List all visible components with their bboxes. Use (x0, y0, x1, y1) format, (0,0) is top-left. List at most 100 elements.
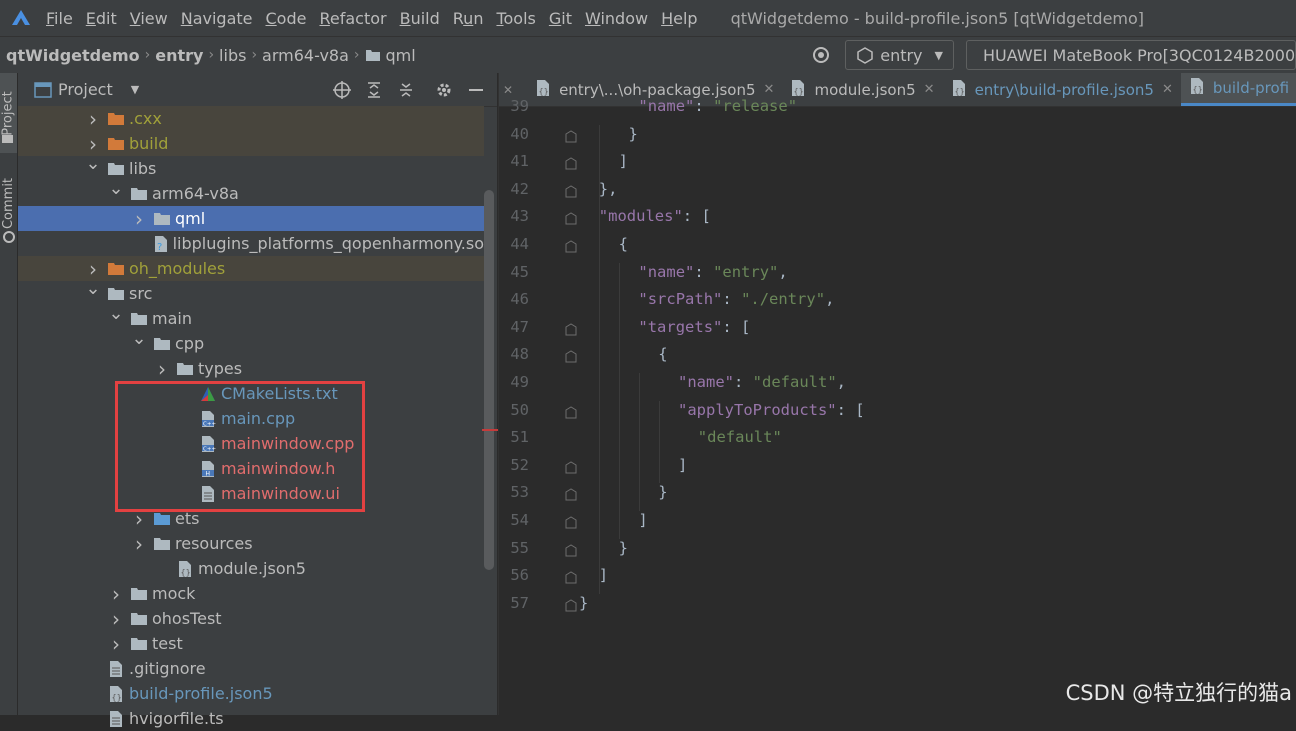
chevron-right-icon[interactable]: › (131, 207, 147, 231)
code-token: "default" (697, 428, 782, 447)
fold-marker-icon[interactable] (565, 157, 577, 170)
close-icon[interactable]: ✕ (1162, 82, 1173, 97)
app-logo-icon (12, 10, 30, 25)
menu-file[interactable]: File (46, 9, 73, 28)
code-token: : [ (722, 317, 751, 336)
fold-marker-icon[interactable] (565, 544, 577, 557)
fold-marker-icon[interactable] (565, 323, 577, 336)
tree-item[interactable]: {} module.json5 (18, 556, 484, 581)
chevron-right-icon[interactable]: › (108, 607, 124, 631)
fold-marker-icon[interactable] (565, 130, 577, 143)
tree-item[interactable]: ⌄ src (18, 278, 484, 306)
code-token: } (628, 124, 638, 143)
code-token: } (618, 538, 628, 557)
line-number: 40 (510, 124, 529, 143)
fold-marker-icon[interactable] (565, 350, 577, 363)
menu-help[interactable]: Help (661, 9, 697, 28)
window-title: qtWidgetdemo - build-profile.json5 [qtWi… (730, 8, 1145, 28)
tree-item[interactable]: › qml (18, 206, 484, 231)
menu-view[interactable]: View (130, 9, 168, 28)
tree-item[interactable]: › .cxx (18, 106, 484, 131)
menu-code[interactable]: Code (266, 9, 307, 28)
breadcrumb-item[interactable]: libs (219, 46, 246, 65)
device-select[interactable]: HUAWEI MateBook Pro[3QC0124B200000 (966, 40, 1296, 70)
tree-item[interactable]: › test (18, 631, 484, 656)
tree-item[interactable]: ⌄ libs (18, 153, 484, 181)
code-line: "srcPath": "./entry", (638, 290, 834, 308)
chevron-down-icon[interactable]: ⌄ (131, 328, 147, 349)
tree-item[interactable]: › resources (18, 531, 484, 556)
code-token: ] (598, 566, 609, 585)
menu-run[interactable]: Run (453, 9, 484, 28)
breadcrumb-item[interactable]: qml (386, 46, 416, 65)
menu-edit[interactable]: Edit (86, 9, 117, 28)
tree-item[interactable]: .gitignore (18, 656, 484, 681)
breadcrumb-separator: › (144, 47, 151, 63)
chevron-right-icon[interactable]: › (108, 632, 124, 656)
menu-git[interactable]: Git (549, 9, 572, 28)
tree-item[interactable]: {} build-profile.json5 (18, 681, 484, 706)
fold-marker-icon[interactable] (565, 185, 577, 198)
line-number: 57 (510, 593, 529, 612)
code-area[interactable]: 39 "name": "release" 40} 41] 42}, 43 "modules"… (499, 97, 1296, 715)
chevron-down-icon[interactable]: ⌄ (85, 153, 101, 174)
folder-icon (129, 310, 149, 328)
breadcrumb-item[interactable]: arm64-v8a (262, 46, 349, 65)
chevron-down-icon[interactable]: ⌄ (85, 278, 101, 299)
fold-marker-icon[interactable] (565, 571, 577, 584)
chevron-down-icon[interactable]: ⌄ (108, 178, 124, 199)
expand-all-icon[interactable] (361, 78, 387, 102)
editor-tab[interactable]: {} build-profi (1180, 73, 1296, 106)
menu-tools[interactable]: Tools (496, 9, 535, 28)
editor-tab-label: entry\...\oh-package.json5 (559, 80, 756, 99)
fold-marker-icon[interactable] (565, 516, 577, 529)
chevron-down-icon[interactable]: ⌄ (108, 303, 124, 324)
tree-item[interactable]: ? libplugins_platforms_qopenharmony.so (18, 231, 484, 256)
tree-item-label: arm64-v8a (152, 184, 239, 203)
fold-marker-icon[interactable] (565, 599, 577, 612)
target-icon[interactable] (807, 41, 835, 69)
run-config-select[interactable]: entry ▼ (845, 40, 954, 70)
tree-scrollbar[interactable] (484, 190, 494, 570)
tree-item[interactable]: hvigorfile.ts (18, 706, 484, 731)
tree-item-label: resources (175, 534, 253, 553)
chevron-down-icon[interactable]: ▼ (131, 83, 139, 96)
tree-item[interactable]: ⌄ cpp (18, 328, 484, 356)
chevron-right-icon[interactable]: › (85, 107, 101, 131)
close-icon[interactable]: ✕ (924, 82, 935, 97)
menu-window[interactable]: Window (585, 9, 648, 28)
fold-marker-icon[interactable] (565, 488, 577, 501)
gear-icon[interactable] (431, 78, 457, 102)
tree-item[interactable]: › mock (18, 581, 484, 606)
chevron-right-icon[interactable]: › (131, 532, 147, 556)
locate-icon[interactable] (329, 78, 355, 102)
menu-refactor[interactable]: Refactor (319, 9, 386, 28)
menu-navigate[interactable]: Navigate (181, 9, 253, 28)
breadcrumb-item[interactable]: entry (155, 46, 203, 65)
fold-marker-icon[interactable] (565, 406, 577, 419)
tree-item[interactable]: › types (18, 356, 484, 381)
tree-item[interactable]: › ohosTest (18, 606, 484, 631)
breadcrumb: qtWidgetdemo › entry › libs › arm64-v8a › qml (6, 46, 416, 65)
close-icon[interactable]: ✕ (503, 83, 513, 97)
chevron-right-icon[interactable]: › (85, 257, 101, 281)
chevron-right-icon[interactable]: › (108, 582, 124, 606)
close-icon[interactable]: ✕ (764, 82, 775, 97)
minimize-icon[interactable] (463, 78, 489, 102)
code-token: : [ (836, 400, 865, 419)
commit-tool-tab[interactable]: Commit (0, 168, 17, 238)
editor-tab[interactable]: {} entry\build-profile.json5 ✕ (943, 73, 1181, 106)
chevron-right-icon[interactable]: › (154, 357, 170, 381)
fold-marker-icon[interactable] (565, 461, 577, 474)
fold-marker-icon[interactable] (565, 240, 577, 253)
editor-tab[interactable]: {} module.json5 ✕ (782, 73, 942, 106)
breadcrumb-item[interactable]: qtWidgetdemo (6, 46, 140, 65)
collapse-all-icon[interactable] (393, 78, 419, 102)
fold-marker-icon[interactable] (565, 212, 577, 225)
menu-build[interactable]: Build (400, 9, 440, 28)
tree-item[interactable]: ⌄ arm64-v8a (18, 178, 484, 206)
tree-item[interactable]: ⌄ main (18, 303, 484, 331)
folder-icon (129, 585, 149, 603)
folder-icon (106, 160, 126, 178)
chevron-right-icon[interactable]: › (85, 132, 101, 156)
